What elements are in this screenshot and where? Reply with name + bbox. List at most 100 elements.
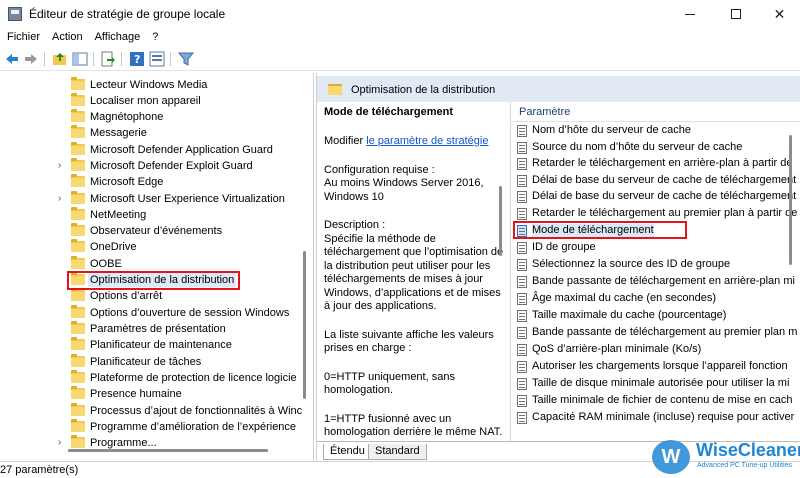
description-scrollbar[interactable] (499, 186, 502, 256)
tree-item-label: Options d’ouverture de session Windows (90, 307, 290, 319)
tree-item-label: Microsoft User Experience Virtualization (90, 193, 285, 205)
policy-setting-icon (517, 158, 527, 170)
tree-item[interactable]: Options d’ouverture de session Windows (0, 305, 300, 321)
tree-item[interactable]: › Microsoft Defender Exploit Guard (0, 158, 300, 174)
menu-affichage[interactable]: Affichage (89, 28, 147, 46)
chevron-right-icon[interactable]: › (58, 193, 68, 205)
edit-policy-link[interactable]: le paramètre de stratégie (366, 135, 488, 147)
tree-item[interactable]: NetMeeting (0, 207, 300, 223)
setting-row[interactable]: Autoriser les chargements lorsque l’appa… (511, 358, 800, 375)
column-header-parametre[interactable]: Paramètre (511, 102, 800, 122)
tree-item[interactable]: Planificateur de tâches (0, 354, 300, 370)
setting-row[interactable]: ID de groupe (511, 239, 800, 256)
help-icon[interactable]: ? (129, 51, 145, 67)
setting-row[interactable]: Capacité RAM minimale (incluse) requise … (511, 409, 800, 426)
setting-row[interactable]: Sélectionnez la source des ID de groupe (511, 256, 800, 273)
tab-etendu[interactable]: Étendu (323, 444, 372, 460)
tab-standard[interactable]: Standard (368, 444, 427, 460)
up-folder-icon[interactable] (52, 51, 68, 67)
tree-item[interactable]: Presence humaine (0, 386, 300, 402)
tree-pane[interactable]: Lecteur Windows Media Localiser mon appa… (0, 73, 314, 461)
tree-item-label: NetMeeting (90, 209, 147, 221)
pane-header: Optimisation de la distribution (317, 76, 800, 102)
setting-row[interactable]: Délai de base du serveur de cache de tél… (511, 188, 800, 205)
tree-item[interactable]: OneDrive (0, 239, 300, 255)
tree-item[interactable]: › Microsoft User Experience Virtualizatio… (0, 191, 300, 207)
policy-setting-icon (517, 395, 527, 407)
folder-icon (71, 158, 85, 171)
chevron-right-icon[interactable]: › (58, 437, 68, 449)
tree-item[interactable]: Microsoft Defender Application Guard (0, 142, 300, 158)
show-hide-tree-icon[interactable] (72, 51, 88, 67)
policy-setting-icon (517, 361, 527, 373)
setting-row[interactable]: Bande passante de téléchargement au prem… (511, 324, 800, 341)
tree-item-label: Plateforme de protection de licence logi… (90, 372, 297, 384)
properties-icon[interactable] (149, 51, 165, 67)
settings-list-scrollbar[interactable] (789, 135, 792, 265)
policy-setting-icon (517, 344, 527, 356)
tree-item[interactable]: Processus d’ajout de fonctionnalités à W… (0, 403, 302, 419)
setting-row[interactable]: Délai de base du serveur de cache de tél… (511, 172, 800, 189)
value-1-text: 1=HTTP fusionné avec un homologation der… (324, 412, 503, 439)
tree-horizontal-scrollbar[interactable] (68, 449, 268, 452)
policy-setting-icon (517, 293, 527, 305)
policy-setting-icon (517, 259, 527, 271)
tree-item-label: Magnétophone (90, 111, 164, 123)
setting-row[interactable]: QoS d’arrière-plan minimale (Ko/s) (511, 341, 800, 358)
wisecleaner-watermark: W WiseCleaner Advanced PC Tune-up Utilit… (652, 436, 800, 478)
back-arrow-icon[interactable] (4, 51, 20, 67)
setting-row[interactable]: Taille maximale du cache (pourcentage) (511, 307, 800, 324)
folder-icon (71, 419, 85, 432)
folder-icon (71, 109, 85, 122)
status-text: 27 paramètre(s) (0, 464, 79, 476)
folder-icon (71, 435, 85, 448)
setting-label: QoS d’arrière-plan minimale (Ko/s) (532, 343, 702, 355)
policy-setting-icon (517, 327, 527, 339)
watermark-tagline: Advanced PC Tune-up Utilities (697, 462, 792, 469)
folder-icon (71, 207, 85, 220)
setting-label: Nom d’hôte du serveur de cache (532, 124, 691, 136)
highlight-box (67, 271, 240, 290)
setting-row[interactable]: Retarder le téléchargement au premier pl… (511, 205, 800, 222)
tree-item[interactable]: Localiser mon appareil (0, 93, 300, 109)
tree-item[interactable]: Observateur d’événements (0, 223, 300, 239)
export-list-icon[interactable] (100, 51, 116, 67)
setting-row[interactable]: Taille de disque minimale autorisée pour… (511, 375, 800, 392)
policy-setting-icon (517, 378, 527, 390)
menu-help[interactable]: ? (146, 28, 164, 46)
setting-row[interactable]: Source du nom d’hôte du serveur de cache (511, 139, 800, 156)
tree-item-label: OneDrive (90, 241, 137, 253)
tree-item[interactable]: Messagerie (0, 125, 300, 141)
setting-row[interactable]: Nom d’hôte du serveur de cache (511, 122, 800, 139)
tree-item[interactable]: OOBE (0, 256, 300, 272)
tree-item[interactable]: Planificateur de maintenance (0, 337, 300, 353)
tree-item[interactable]: Options d’arrêt (0, 288, 300, 304)
folder-icon (71, 386, 85, 399)
tree-item[interactable]: Microsoft Edge (0, 174, 300, 190)
chevron-right-icon[interactable]: › (58, 160, 68, 172)
setting-label: Bande passante de téléchargement au prem… (532, 326, 798, 338)
tree-item[interactable]: Plateforme de protection de licence logi… (0, 370, 300, 386)
filter-icon[interactable] (178, 51, 194, 67)
setting-row[interactable]: Bande passante de téléchargement en arri… (511, 273, 800, 290)
setting-row[interactable]: Taille minimale de fichier de contenu de… (511, 392, 800, 409)
tree-item[interactable]: Programme d’amélioration de l’expérience (0, 419, 300, 435)
folder-icon (71, 223, 85, 236)
setting-row[interactable]: Retarder le téléchargement en arrière-pl… (511, 155, 800, 172)
forward-arrow-icon[interactable] (23, 51, 39, 67)
menu-fichier[interactable]: Fichier (0, 28, 46, 46)
minimize-button[interactable] (667, 0, 713, 28)
close-button[interactable]: ✕ (759, 0, 800, 28)
svg-text:?: ? (134, 53, 140, 66)
maximize-button[interactable] (713, 0, 759, 28)
settings-pane: Optimisation de la distribution Mode de … (316, 73, 800, 461)
tree-vertical-scrollbar[interactable] (303, 251, 306, 399)
tree-item-label: Programme... (90, 437, 157, 449)
setting-label: Capacité RAM minimale (incluse) requise … (532, 411, 795, 423)
tree-item[interactable]: Paramètres de présentation (0, 321, 300, 337)
tree-item[interactable]: Lecteur Windows Media (0, 77, 300, 93)
tree-item[interactable]: Magnétophone (0, 109, 300, 125)
setting-row[interactable]: Âge maximal du cache (en secondes) (511, 290, 800, 307)
setting-label: Retarder le téléchargement au premier pl… (532, 207, 798, 219)
menu-action[interactable]: Action (46, 28, 89, 46)
